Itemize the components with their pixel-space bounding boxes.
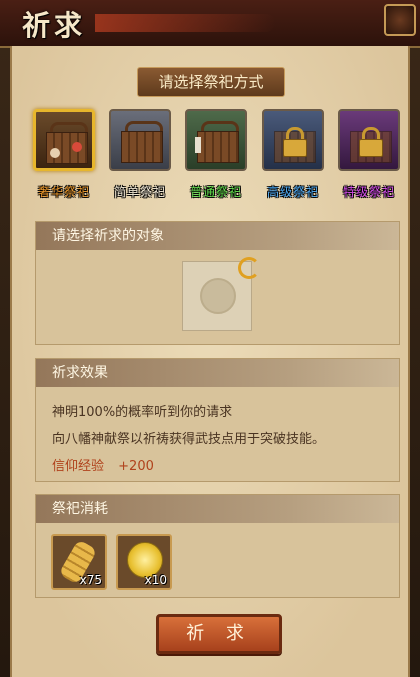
pray-button[interactable]: 祈 求 xyxy=(156,614,282,654)
target-section: 请选择祈求的对象 xyxy=(35,221,400,345)
cost-qty: x75 xyxy=(79,573,102,587)
close-button[interactable] xyxy=(384,4,416,36)
method-label-special: 特级祭祀 xyxy=(342,185,395,199)
method-special[interactable] xyxy=(338,109,400,171)
method-label-simple: 简单祭祀 xyxy=(113,185,166,199)
cost-qty: x10 xyxy=(144,573,167,587)
target-section-title: 请选择祈求的对象 xyxy=(36,222,399,250)
samurai-avatar-icon xyxy=(200,278,236,314)
method-advanced[interactable] xyxy=(262,109,324,171)
cost-section-title: 祭祀消耗 xyxy=(36,495,399,523)
luxury-offering-icon xyxy=(33,109,95,171)
normal-offering-icon xyxy=(185,109,247,171)
effect-section-title: 祈求效果 xyxy=(36,359,399,387)
effect-section: 祈求效果 神明100%的概率听到你的请求 向八幡神献祭以祈祷获得武技点用于突破技… xyxy=(35,358,400,482)
refresh-icon[interactable] xyxy=(238,257,260,279)
cost-item[interactable]: x75 xyxy=(51,534,107,590)
method-normal[interactable] xyxy=(185,109,247,171)
effect-line-2: 向八幡神献祭以祈祷获得武技点用于突破技能。 xyxy=(52,432,326,447)
faith-exp-label: 信仰经验 xyxy=(52,459,105,474)
method-label-luxury: 奢华祭祀 xyxy=(37,185,90,199)
effect-line-1: 神明100%的概率听到你的请求 xyxy=(52,405,233,420)
faith-exp-value: +200 xyxy=(118,459,154,474)
simple-offering-icon xyxy=(109,109,171,171)
method-label-advanced: 高级祭祀 xyxy=(266,185,319,199)
method-simple[interactable] xyxy=(109,109,171,171)
lock-icon xyxy=(262,109,324,171)
page-title: 祈求 xyxy=(22,9,87,42)
cost-section: 祭祀消耗 x75 x10 xyxy=(35,494,400,598)
title-decoration xyxy=(95,14,275,32)
method-header: 请选择祭祀方式 xyxy=(137,67,285,97)
faith-exp: 信仰经验 +200 xyxy=(52,455,154,474)
method-label-normal: 普通祭祀 xyxy=(189,185,242,199)
cost-item[interactable]: x10 xyxy=(116,534,172,590)
method-luxury[interactable] xyxy=(33,109,95,171)
lock-icon xyxy=(338,109,400,171)
